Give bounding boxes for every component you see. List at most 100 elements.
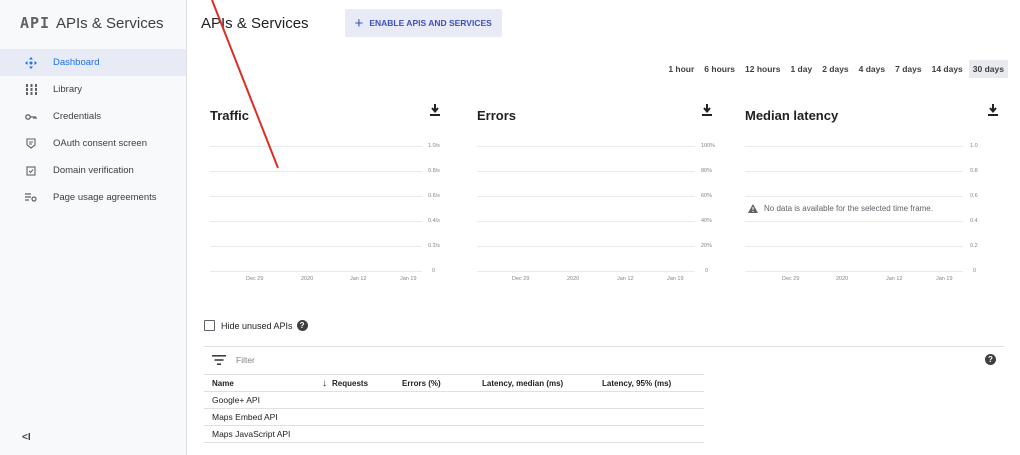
column-header-requests[interactable]: ↓ Requests bbox=[322, 378, 402, 389]
sidebar-nav: Dashboard Library Credentials OAuth cons… bbox=[0, 49, 186, 211]
api-name-link[interactable]: Google+ API bbox=[204, 395, 322, 405]
sidebar: API APIs & Services Dashboard Library Cr… bbox=[0, 0, 187, 455]
apis-table: Name ↓ Requests Errors (%) Latency, medi… bbox=[204, 374, 704, 443]
download-icon[interactable] bbox=[987, 103, 999, 117]
x-tick: Jan 12 bbox=[617, 276, 634, 282]
y-tick: 40% bbox=[701, 218, 713, 224]
key-icon bbox=[24, 110, 38, 124]
filter-bar: Filter ? bbox=[204, 346, 1004, 372]
time-range-1-hour[interactable]: 1 hour bbox=[664, 60, 698, 78]
grid-line bbox=[745, 271, 963, 272]
sidebar-item-label: OAuth consent screen bbox=[53, 138, 147, 149]
sidebar-item-dashboard[interactable]: Dashboard bbox=[0, 49, 186, 76]
grid-line bbox=[210, 146, 422, 147]
grid-line bbox=[210, 171, 422, 172]
grid-line bbox=[210, 246, 422, 247]
x-tick: 2020 bbox=[301, 276, 314, 282]
y-tick: 0.2/s bbox=[428, 243, 440, 249]
sort-descending-icon: ↓ bbox=[322, 377, 327, 389]
grid-line bbox=[745, 221, 963, 222]
header: APIs & Services + ENABLE APIS AND SERVIC… bbox=[188, 0, 1020, 46]
time-range-4-days[interactable]: 4 days bbox=[855, 60, 889, 78]
time-range-2-days[interactable]: 2 days bbox=[818, 60, 852, 78]
library-icon bbox=[24, 83, 38, 97]
column-header-errors[interactable]: Errors (%) bbox=[402, 379, 482, 388]
table-row[interactable]: Google+ API bbox=[204, 392, 704, 409]
help-icon[interactable]: ? bbox=[985, 354, 996, 365]
warning-icon bbox=[748, 204, 758, 213]
sidebar-item-domain-verification[interactable]: Domain verification bbox=[0, 157, 186, 184]
errors-chart-title: Errors bbox=[477, 108, 517, 123]
y-tick: 20% bbox=[701, 243, 713, 249]
no-data-message: No data is available for the selected ti… bbox=[748, 204, 933, 213]
grid-line bbox=[745, 246, 963, 247]
x-tick: Dec 29 bbox=[246, 276, 264, 282]
x-tick: Jan 19 bbox=[936, 276, 953, 282]
sidebar-item-label: Credentials bbox=[53, 111, 102, 122]
column-header-latency-95[interactable]: Latency, 95% (ms) bbox=[602, 379, 702, 388]
download-icon[interactable] bbox=[429, 103, 441, 117]
column-header-name[interactable]: Name bbox=[204, 379, 322, 388]
dashboard-icon bbox=[24, 56, 38, 70]
help-icon[interactable]: ? bbox=[296, 320, 308, 331]
hide-unused-apis-row: Hide unused APIs ? bbox=[204, 320, 308, 331]
domain-icon bbox=[24, 164, 38, 178]
grid-line bbox=[477, 196, 695, 197]
x-tick: Jan 12 bbox=[886, 276, 903, 282]
y-tick: 0.6/s bbox=[428, 193, 440, 199]
column-header-latency-median[interactable]: Latency, median (ms) bbox=[482, 379, 602, 388]
grid-line bbox=[477, 146, 695, 147]
grid-line bbox=[210, 271, 422, 272]
time-range-1-day[interactable]: 1 day bbox=[786, 60, 816, 78]
grid-line bbox=[477, 221, 695, 222]
y-tick: 0.8/s bbox=[428, 168, 440, 174]
table-header: Name ↓ Requests Errors (%) Latency, medi… bbox=[204, 375, 704, 392]
enable-apis-button[interactable]: + ENABLE APIS AND SERVICES bbox=[344, 9, 502, 37]
grid-line bbox=[745, 171, 963, 172]
y-tick: 60% bbox=[701, 193, 713, 199]
filter-icon[interactable] bbox=[212, 354, 226, 365]
api-name-link[interactable]: Maps JavaScript API bbox=[204, 429, 322, 439]
y-tick: 100% bbox=[701, 143, 716, 149]
errors-chart: Errors 100% 80% 60% 40% 20% 0 Dec 29 202… bbox=[477, 98, 717, 298]
traffic-chart: Traffic 1.0/s 0.8/s 0.6/s 0.4/s 0.2/s 0 … bbox=[210, 98, 445, 298]
y-tick: 0 bbox=[705, 268, 709, 274]
api-logo: API bbox=[20, 14, 51, 32]
time-range-14-days[interactable]: 14 days bbox=[928, 60, 967, 78]
x-tick: Dec 29 bbox=[512, 276, 530, 282]
sidebar-item-credentials[interactable]: Credentials bbox=[0, 103, 186, 130]
y-tick: 0.4 bbox=[970, 218, 978, 224]
download-icon[interactable] bbox=[701, 103, 713, 117]
sidebar-item-oauth-consent[interactable]: OAuth consent screen bbox=[0, 130, 186, 157]
grid-line bbox=[745, 146, 963, 147]
collapse-sidebar-button[interactable]: <I bbox=[22, 432, 31, 443]
sidebar-item-label: Page usage agreements bbox=[53, 192, 157, 203]
sidebar-item-label: Dashboard bbox=[53, 57, 100, 68]
x-tick: Jan 19 bbox=[400, 276, 417, 282]
y-tick: 0 bbox=[432, 268, 436, 274]
y-tick: 0.4/s bbox=[428, 218, 440, 224]
median-latency-chart-title: Median latency bbox=[745, 108, 839, 123]
grid-line bbox=[210, 196, 422, 197]
sidebar-title: APIs & Services bbox=[56, 14, 164, 32]
time-range-selector: 1 hour 6 hours 12 hours 1 day 2 days 4 d… bbox=[662, 60, 1008, 78]
time-range-6-hours[interactable]: 6 hours bbox=[700, 60, 739, 78]
hide-unused-apis-checkbox[interactable] bbox=[204, 320, 215, 331]
plus-icon: + bbox=[354, 14, 364, 32]
time-range-30-days[interactable]: 30 days bbox=[968, 60, 1008, 78]
sidebar-item-label: Domain verification bbox=[53, 165, 134, 176]
table-row[interactable]: Maps Embed API bbox=[204, 409, 704, 426]
time-range-7-days[interactable]: 7 days bbox=[891, 60, 925, 78]
api-name-link[interactable]: Maps Embed API bbox=[204, 412, 322, 422]
table-row[interactable]: Maps JavaScript API bbox=[204, 426, 704, 443]
time-range-12-hours[interactable]: 12 hours bbox=[741, 60, 784, 78]
median-latency-chart: Median latency 1.0 0.8 0.6 0.4 0.2 0 No … bbox=[745, 98, 1003, 298]
sidebar-item-library[interactable]: Library bbox=[0, 76, 186, 103]
y-tick: 1.0 bbox=[970, 143, 978, 149]
filter-input[interactable]: Filter bbox=[236, 355, 255, 365]
sidebar-item-page-usage-agreements[interactable]: Page usage agreements bbox=[0, 184, 186, 211]
no-data-text: No data is available for the selected ti… bbox=[764, 204, 933, 213]
y-tick: 0 bbox=[973, 268, 977, 274]
grid-line bbox=[745, 196, 963, 197]
y-tick: 0.8 bbox=[970, 168, 978, 174]
